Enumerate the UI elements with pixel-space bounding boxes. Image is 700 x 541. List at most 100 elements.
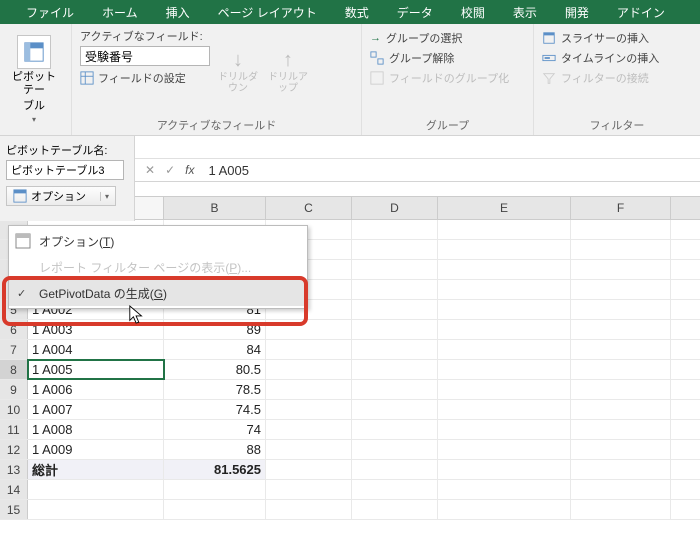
cell[interactable] bbox=[438, 300, 571, 319]
cell[interactable] bbox=[266, 460, 352, 479]
cell[interactable] bbox=[352, 500, 438, 519]
cell-b[interactable]: 81.5625 bbox=[164, 460, 266, 479]
cell[interactable] bbox=[438, 240, 571, 259]
cell-b[interactable]: 74.5 bbox=[164, 400, 266, 419]
cell[interactable] bbox=[571, 340, 671, 359]
cell-a[interactable] bbox=[28, 480, 164, 499]
tab-addins[interactable]: アドイン bbox=[603, 0, 679, 24]
cell-a[interactable] bbox=[28, 500, 164, 519]
cell-a[interactable]: 総計 bbox=[28, 460, 164, 479]
cell-a[interactable]: 1 A009 bbox=[28, 440, 164, 459]
pivottable-button[interactable]: ピボットテー ブル ▾ bbox=[8, 28, 60, 131]
col-header-b[interactable]: B bbox=[164, 197, 266, 219]
cell[interactable] bbox=[352, 480, 438, 499]
cell[interactable] bbox=[571, 480, 671, 499]
fx-icon[interactable]: fx bbox=[185, 163, 202, 177]
cell[interactable] bbox=[571, 380, 671, 399]
cell[interactable] bbox=[352, 300, 438, 319]
tab-home[interactable]: ホーム bbox=[88, 0, 152, 24]
cell[interactable] bbox=[438, 360, 571, 379]
row-header[interactable]: 11 bbox=[0, 420, 28, 439]
cell[interactable] bbox=[438, 340, 571, 359]
cell[interactable] bbox=[438, 500, 571, 519]
cell[interactable] bbox=[571, 260, 671, 279]
insert-timeline-button[interactable]: タイムラインの挿入 bbox=[542, 50, 659, 66]
tab-view[interactable]: 表示 bbox=[499, 0, 551, 24]
row-header[interactable]: 9 bbox=[0, 380, 28, 399]
cell-a[interactable]: 1 A006 bbox=[28, 380, 164, 399]
cell[interactable] bbox=[438, 480, 571, 499]
cell[interactable] bbox=[352, 320, 438, 339]
menu-item-options[interactable]: オプション(T) bbox=[9, 228, 307, 254]
cell-b[interactable] bbox=[164, 480, 266, 499]
row-header[interactable]: 8 bbox=[0, 360, 28, 379]
cell[interactable] bbox=[571, 320, 671, 339]
row-header[interactable]: 15 bbox=[0, 500, 28, 519]
cell-a[interactable]: 1 A004 bbox=[28, 340, 164, 359]
tab-file[interactable]: ファイル bbox=[12, 0, 88, 24]
tab-insert[interactable]: 挿入 bbox=[152, 0, 204, 24]
cell[interactable] bbox=[352, 380, 438, 399]
chevron-down-icon[interactable]: ▾ bbox=[100, 192, 109, 201]
cell[interactable] bbox=[352, 400, 438, 419]
row-header[interactable]: 6 bbox=[0, 320, 28, 339]
col-header-f[interactable]: F bbox=[571, 197, 671, 219]
cell-b[interactable]: 88 bbox=[164, 440, 266, 459]
cell[interactable] bbox=[352, 360, 438, 379]
cell-a[interactable]: 1 A003 bbox=[28, 320, 164, 339]
cell[interactable] bbox=[571, 500, 671, 519]
cell[interactable] bbox=[438, 380, 571, 399]
cell-a[interactable]: 1 A008 bbox=[28, 420, 164, 439]
tab-page-layout[interactable]: ページ レイアウト bbox=[204, 0, 331, 24]
row-header[interactable]: 13 bbox=[0, 460, 28, 479]
cell-b[interactable]: 84 bbox=[164, 340, 266, 359]
cell[interactable] bbox=[571, 360, 671, 379]
cell-b[interactable]: 78.5 bbox=[164, 380, 266, 399]
cell[interactable] bbox=[266, 340, 352, 359]
tab-review[interactable]: 校閲 bbox=[447, 0, 499, 24]
row-header[interactable]: 10 bbox=[0, 400, 28, 419]
cell[interactable] bbox=[266, 380, 352, 399]
cell[interactable] bbox=[571, 280, 671, 299]
cell[interactable] bbox=[352, 280, 438, 299]
cell[interactable] bbox=[266, 420, 352, 439]
cell[interactable] bbox=[571, 300, 671, 319]
cell[interactable] bbox=[352, 240, 438, 259]
cell[interactable] bbox=[266, 480, 352, 499]
formula-value[interactable]: 1 A005 bbox=[202, 163, 249, 178]
cell[interactable] bbox=[352, 220, 438, 239]
cell[interactable] bbox=[266, 320, 352, 339]
tab-formulas[interactable]: 数式 bbox=[331, 0, 383, 24]
ungroup-button[interactable]: グループ解除 bbox=[370, 50, 509, 66]
menu-item-getpivotdata[interactable]: ✓ GetPivotData の生成(G) bbox=[9, 280, 307, 306]
cell[interactable] bbox=[438, 420, 571, 439]
cell[interactable] bbox=[571, 420, 671, 439]
col-header-d[interactable]: D bbox=[352, 197, 438, 219]
cell[interactable] bbox=[352, 440, 438, 459]
cell[interactable] bbox=[438, 460, 571, 479]
cell[interactable] bbox=[438, 440, 571, 459]
cell[interactable] bbox=[571, 440, 671, 459]
pivot-name-input[interactable] bbox=[6, 160, 124, 180]
cell-b[interactable]: 80.5 bbox=[164, 360, 266, 379]
field-settings-button[interactable]: フィールドの設定 bbox=[80, 70, 210, 86]
cell[interactable] bbox=[266, 360, 352, 379]
cell[interactable] bbox=[438, 280, 571, 299]
cell-b[interactable] bbox=[164, 500, 266, 519]
col-header-e[interactable]: E bbox=[438, 197, 571, 219]
cell[interactable] bbox=[266, 400, 352, 419]
cell[interactable] bbox=[571, 460, 671, 479]
row-header[interactable]: 12 bbox=[0, 440, 28, 459]
cell-a[interactable]: 1 A007 bbox=[28, 400, 164, 419]
cell-b[interactable]: 89 bbox=[164, 320, 266, 339]
tab-developer[interactable]: 開発 bbox=[551, 0, 603, 24]
cell[interactable] bbox=[352, 420, 438, 439]
cell-b[interactable]: 74 bbox=[164, 420, 266, 439]
insert-slicer-button[interactable]: スライサーの挿入 bbox=[542, 30, 659, 46]
tab-data[interactable]: データ bbox=[383, 0, 447, 24]
cell[interactable] bbox=[266, 440, 352, 459]
cell[interactable] bbox=[571, 240, 671, 259]
cell[interactable] bbox=[571, 220, 671, 239]
cell-a[interactable]: 1 A005 bbox=[28, 360, 164, 379]
cell[interactable] bbox=[438, 220, 571, 239]
